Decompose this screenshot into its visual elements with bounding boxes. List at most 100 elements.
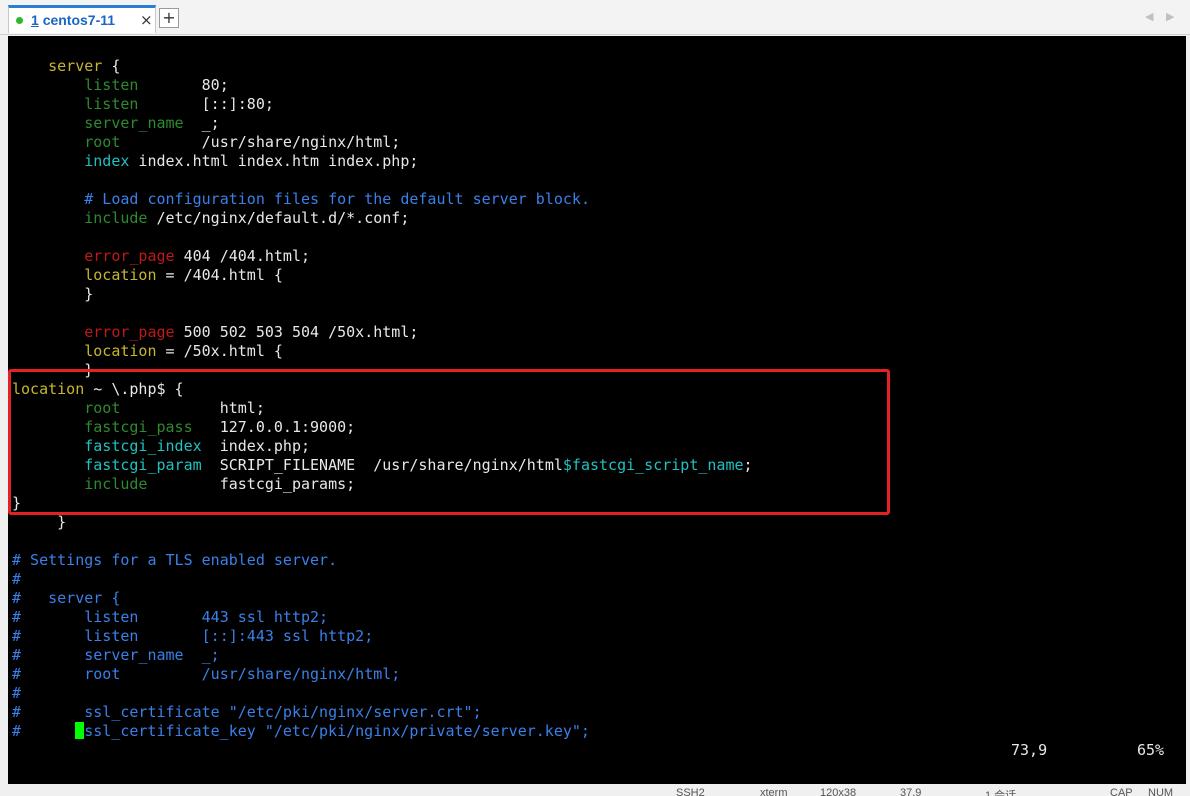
terminal-token: #	[12, 570, 22, 588]
close-tab-icon[interactable]: ×	[140, 11, 153, 29]
terminal-line: }	[12, 285, 93, 304]
terminal-token: {	[102, 57, 121, 75]
terminal-token: fastcgi_pass	[84, 418, 193, 436]
terminal-token: }	[12, 285, 94, 303]
terminal-token: location	[12, 380, 85, 398]
terminal-token: server	[48, 57, 103, 75]
terminal-token: include	[84, 475, 148, 493]
terminal-token: = /404.html {	[156, 266, 283, 284]
scroll-percent: 65%	[1137, 741, 1165, 759]
terminal-token: index	[84, 152, 130, 170]
terminal-line: # Load configuration files for the defau…	[12, 190, 590, 209]
terminal-token: #	[12, 722, 22, 740]
status-num: NUM	[1148, 787, 1174, 796]
terminal-token: [::]:80;	[138, 95, 274, 113]
tab-scroll-left-icon[interactable]: ◀	[1145, 10, 1153, 23]
terminal-token: SCRIPT_FILENAME /usr/share/nginx/html	[201, 456, 563, 474]
terminal-token: ssl_certificate_key "/etc/pki/nginx/priv…	[84, 722, 590, 740]
status-sessions: 1 会话	[985, 790, 1017, 796]
tab-centos7-11[interactable]: 1 centos7-11 ×	[8, 5, 156, 33]
terminal-line: root html;	[12, 399, 265, 418]
terminal-line: fastcgi_pass 127.0.0.1:9000;	[12, 418, 355, 437]
terminal-token: html;	[120, 399, 265, 417]
tab-label: 1 centos7-11	[31, 12, 115, 28]
terminal-line: #	[12, 570, 21, 589]
terminal-token: 127.0.0.1:9000;	[192, 418, 356, 436]
terminal-cursor	[75, 722, 85, 739]
terminal-line: # server_name _;	[12, 646, 220, 665]
terminal-token: }	[12, 513, 67, 531]
tab-number: 1	[31, 12, 39, 28]
terminal-token: root	[21, 665, 121, 683]
terminal-token: ;	[743, 456, 753, 474]
terminal-token: /usr/share/nginx/html;	[120, 133, 401, 151]
terminal-token: fastcgi_params;	[147, 475, 356, 493]
terminal-token: 500 502 503 504 /50x.html;	[174, 323, 419, 341]
terminal-token: #	[12, 589, 49, 607]
status-size: 120x38	[820, 787, 857, 796]
terminal-line: include fastcgi_params;	[12, 475, 355, 494]
terminal-token: server_name	[84, 114, 184, 132]
terminal-line: error_page 404 /404.html;	[12, 247, 310, 266]
terminal-line: location ~ \.php$ {	[12, 380, 184, 399]
terminal-token: listen	[84, 95, 139, 113]
terminal-line: root /usr/share/nginx/html;	[12, 133, 400, 152]
terminal-token: server {	[48, 589, 121, 607]
terminal-token: root	[84, 399, 121, 417]
terminal-line: # listen [::]:443 ssl http2;	[12, 627, 373, 646]
status-protocol: SSH2	[676, 787, 705, 796]
terminal-token: #	[12, 627, 22, 645]
status-bar: SSH2 xterm 120x38 37,9 1 会话 CAP NUM	[0, 786, 1190, 796]
terminal-token: location	[84, 266, 157, 284]
terminal-token: ssl_certificate "/etc/pki/nginx/server.c…	[21, 703, 482, 721]
terminal-line: # Settings for a TLS enabled server.	[12, 551, 337, 570]
terminal-line: # ssl_certificate_key "/etc/pki/nginx/pr…	[12, 722, 590, 741]
terminal-token: 443 ssl http2;	[138, 608, 329, 626]
terminal-line: server_name _;	[12, 114, 219, 133]
terminal-token: server_name	[21, 646, 184, 664]
terminal-token: root	[84, 133, 121, 151]
terminal-line: server {	[12, 57, 120, 76]
terminal-line: location = /404.html {	[12, 266, 283, 285]
terminal-line: include /etc/nginx/default.d/*.conf;	[12, 209, 409, 228]
terminal-token: include	[84, 209, 148, 227]
terminal-line: listen 80;	[12, 76, 229, 95]
terminal-token: _;	[183, 646, 220, 664]
terminal-token: #	[12, 703, 22, 721]
terminal-line: fastcgi_index index.php;	[12, 437, 310, 456]
terminal-token: #	[12, 665, 22, 683]
terminal-token: location	[84, 342, 157, 360]
terminal-line: error_page 500 502 503 504 /50x.html;	[12, 323, 418, 342]
terminal-token: index.html index.htm index.php;	[129, 152, 419, 170]
terminal-token: listen	[21, 627, 139, 645]
terminal-screen[interactable]: server { listen 80; listen [::]:80; serv…	[8, 36, 1186, 784]
terminal-token: = /50x.html {	[156, 342, 283, 360]
terminal-token: fastcgi_index	[84, 437, 202, 455]
terminal-token: #	[12, 608, 22, 626]
terminal-line: }	[12, 494, 21, 513]
terminal-token: 80;	[138, 76, 229, 94]
new-tab-button[interactable]: +	[159, 8, 179, 28]
tab-scroll-right-icon[interactable]: ▶	[1166, 10, 1174, 23]
terminal-token: listen	[84, 76, 139, 94]
terminal-token: }	[12, 361, 94, 379]
status-terminal-type: xterm	[760, 787, 788, 796]
terminal-token: [::]:443 ssl http2;	[138, 627, 374, 645]
terminal-token: error_page	[84, 323, 175, 341]
connection-status-icon	[16, 17, 23, 24]
terminal-line: # listen 443 ssl http2;	[12, 608, 328, 627]
terminal-line: }	[12, 361, 93, 380]
